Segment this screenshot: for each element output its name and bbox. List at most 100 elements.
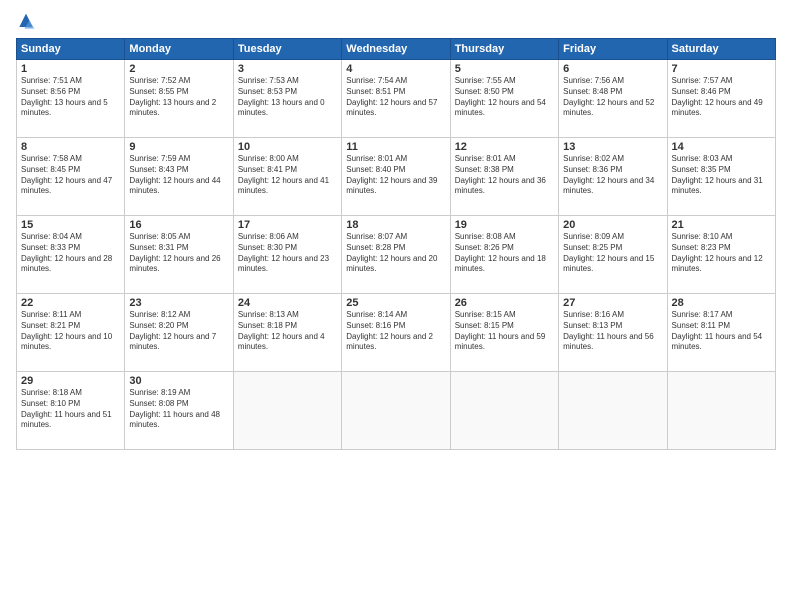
day-number: 28 xyxy=(672,297,771,309)
calendar-cell: 2Sunrise: 7:52 AMSunset: 8:55 PMDaylight… xyxy=(125,60,233,138)
day-number: 16 xyxy=(129,219,228,231)
cell-info: Sunrise: 8:13 AMSunset: 8:18 PMDaylight:… xyxy=(238,310,337,353)
cell-info: Sunrise: 8:09 AMSunset: 8:25 PMDaylight:… xyxy=(563,232,662,275)
calendar-header-monday: Monday xyxy=(125,39,233,60)
day-number: 4 xyxy=(346,63,445,75)
cell-info: Sunrise: 8:06 AMSunset: 8:30 PMDaylight:… xyxy=(238,232,337,275)
calendar-header-tuesday: Tuesday xyxy=(233,39,341,60)
calendar-header-saturday: Saturday xyxy=(667,39,775,60)
calendar-cell: 10Sunrise: 8:00 AMSunset: 8:41 PMDayligh… xyxy=(233,138,341,216)
day-number: 22 xyxy=(21,297,120,309)
day-number: 13 xyxy=(563,141,662,153)
cell-info: Sunrise: 8:05 AMSunset: 8:31 PMDaylight:… xyxy=(129,232,228,275)
day-number: 9 xyxy=(129,141,228,153)
cell-info: Sunrise: 8:15 AMSunset: 8:15 PMDaylight:… xyxy=(455,310,554,353)
calendar-cell: 27Sunrise: 8:16 AMSunset: 8:13 PMDayligh… xyxy=(559,294,667,372)
cell-info: Sunrise: 8:01 AMSunset: 8:40 PMDaylight:… xyxy=(346,154,445,197)
calendar-cell: 24Sunrise: 8:13 AMSunset: 8:18 PMDayligh… xyxy=(233,294,341,372)
day-number: 3 xyxy=(238,63,337,75)
calendar-week-row-1: 8Sunrise: 7:58 AMSunset: 8:45 PMDaylight… xyxy=(17,138,776,216)
calendar-cell: 23Sunrise: 8:12 AMSunset: 8:20 PMDayligh… xyxy=(125,294,233,372)
calendar-week-row-2: 15Sunrise: 8:04 AMSunset: 8:33 PMDayligh… xyxy=(17,216,776,294)
calendar-cell: 3Sunrise: 7:53 AMSunset: 8:53 PMDaylight… xyxy=(233,60,341,138)
cell-info: Sunrise: 8:19 AMSunset: 8:08 PMDaylight:… xyxy=(129,388,228,431)
day-number: 23 xyxy=(129,297,228,309)
day-number: 11 xyxy=(346,141,445,153)
logo xyxy=(16,12,40,32)
calendar-cell: 21Sunrise: 8:10 AMSunset: 8:23 PMDayligh… xyxy=(667,216,775,294)
day-number: 10 xyxy=(238,141,337,153)
calendar-cell: 1Sunrise: 7:51 AMSunset: 8:56 PMDaylight… xyxy=(17,60,125,138)
cell-info: Sunrise: 7:51 AMSunset: 8:56 PMDaylight:… xyxy=(21,76,120,119)
day-number: 30 xyxy=(129,375,228,387)
day-number: 27 xyxy=(563,297,662,309)
calendar-cell: 14Sunrise: 8:03 AMSunset: 8:35 PMDayligh… xyxy=(667,138,775,216)
logo-icon xyxy=(16,12,36,32)
cell-info: Sunrise: 8:10 AMSunset: 8:23 PMDaylight:… xyxy=(672,232,771,275)
day-number: 26 xyxy=(455,297,554,309)
cell-info: Sunrise: 7:57 AMSunset: 8:46 PMDaylight:… xyxy=(672,76,771,119)
cell-info: Sunrise: 7:52 AMSunset: 8:55 PMDaylight:… xyxy=(129,76,228,119)
cell-info: Sunrise: 8:08 AMSunset: 8:26 PMDaylight:… xyxy=(455,232,554,275)
calendar-header-wednesday: Wednesday xyxy=(342,39,450,60)
cell-info: Sunrise: 8:01 AMSunset: 8:38 PMDaylight:… xyxy=(455,154,554,197)
cell-info: Sunrise: 7:55 AMSunset: 8:50 PMDaylight:… xyxy=(455,76,554,119)
cell-info: Sunrise: 8:14 AMSunset: 8:16 PMDaylight:… xyxy=(346,310,445,353)
calendar-cell: 29Sunrise: 8:18 AMSunset: 8:10 PMDayligh… xyxy=(17,372,125,450)
calendar-cell: 18Sunrise: 8:07 AMSunset: 8:28 PMDayligh… xyxy=(342,216,450,294)
calendar-cell xyxy=(667,372,775,450)
calendar-cell: 16Sunrise: 8:05 AMSunset: 8:31 PMDayligh… xyxy=(125,216,233,294)
day-number: 29 xyxy=(21,375,120,387)
calendar-header-friday: Friday xyxy=(559,39,667,60)
cell-info: Sunrise: 8:17 AMSunset: 8:11 PMDaylight:… xyxy=(672,310,771,353)
cell-info: Sunrise: 8:04 AMSunset: 8:33 PMDaylight:… xyxy=(21,232,120,275)
day-number: 20 xyxy=(563,219,662,231)
calendar-cell: 22Sunrise: 8:11 AMSunset: 8:21 PMDayligh… xyxy=(17,294,125,372)
cell-info: Sunrise: 8:12 AMSunset: 8:20 PMDaylight:… xyxy=(129,310,228,353)
calendar-week-row-0: 1Sunrise: 7:51 AMSunset: 8:56 PMDaylight… xyxy=(17,60,776,138)
calendar-cell: 20Sunrise: 8:09 AMSunset: 8:25 PMDayligh… xyxy=(559,216,667,294)
cell-info: Sunrise: 8:18 AMSunset: 8:10 PMDaylight:… xyxy=(21,388,120,431)
day-number: 2 xyxy=(129,63,228,75)
day-number: 19 xyxy=(455,219,554,231)
cell-info: Sunrise: 7:53 AMSunset: 8:53 PMDaylight:… xyxy=(238,76,337,119)
calendar-header-thursday: Thursday xyxy=(450,39,558,60)
calendar-week-row-4: 29Sunrise: 8:18 AMSunset: 8:10 PMDayligh… xyxy=(17,372,776,450)
day-number: 8 xyxy=(21,141,120,153)
cell-info: Sunrise: 7:56 AMSunset: 8:48 PMDaylight:… xyxy=(563,76,662,119)
calendar-cell: 9Sunrise: 7:59 AMSunset: 8:43 PMDaylight… xyxy=(125,138,233,216)
calendar-cell xyxy=(233,372,341,450)
calendar-cell: 15Sunrise: 8:04 AMSunset: 8:33 PMDayligh… xyxy=(17,216,125,294)
day-number: 12 xyxy=(455,141,554,153)
day-number: 24 xyxy=(238,297,337,309)
day-number: 18 xyxy=(346,219,445,231)
calendar-cell: 25Sunrise: 8:14 AMSunset: 8:16 PMDayligh… xyxy=(342,294,450,372)
cell-info: Sunrise: 7:58 AMSunset: 8:45 PMDaylight:… xyxy=(21,154,120,197)
page: SundayMondayTuesdayWednesdayThursdayFrid… xyxy=(0,0,792,612)
calendar-cell xyxy=(342,372,450,450)
cell-info: Sunrise: 8:16 AMSunset: 8:13 PMDaylight:… xyxy=(563,310,662,353)
cell-info: Sunrise: 8:02 AMSunset: 8:36 PMDaylight:… xyxy=(563,154,662,197)
cell-info: Sunrise: 8:11 AMSunset: 8:21 PMDaylight:… xyxy=(21,310,120,353)
calendar-cell: 19Sunrise: 8:08 AMSunset: 8:26 PMDayligh… xyxy=(450,216,558,294)
calendar-cell xyxy=(559,372,667,450)
calendar-cell: 26Sunrise: 8:15 AMSunset: 8:15 PMDayligh… xyxy=(450,294,558,372)
calendar-cell: 13Sunrise: 8:02 AMSunset: 8:36 PMDayligh… xyxy=(559,138,667,216)
calendar-cell: 11Sunrise: 8:01 AMSunset: 8:40 PMDayligh… xyxy=(342,138,450,216)
cell-info: Sunrise: 8:00 AMSunset: 8:41 PMDaylight:… xyxy=(238,154,337,197)
cell-info: Sunrise: 8:03 AMSunset: 8:35 PMDaylight:… xyxy=(672,154,771,197)
calendar-cell: 6Sunrise: 7:56 AMSunset: 8:48 PMDaylight… xyxy=(559,60,667,138)
calendar-cell: 28Sunrise: 8:17 AMSunset: 8:11 PMDayligh… xyxy=(667,294,775,372)
header xyxy=(16,12,776,32)
calendar-cell: 12Sunrise: 8:01 AMSunset: 8:38 PMDayligh… xyxy=(450,138,558,216)
day-number: 15 xyxy=(21,219,120,231)
day-number: 17 xyxy=(238,219,337,231)
day-number: 6 xyxy=(563,63,662,75)
calendar-cell: 8Sunrise: 7:58 AMSunset: 8:45 PMDaylight… xyxy=(17,138,125,216)
calendar-table: SundayMondayTuesdayWednesdayThursdayFrid… xyxy=(16,38,776,450)
cell-info: Sunrise: 7:59 AMSunset: 8:43 PMDaylight:… xyxy=(129,154,228,197)
cell-info: Sunrise: 7:54 AMSunset: 8:51 PMDaylight:… xyxy=(346,76,445,119)
calendar-header-row: SundayMondayTuesdayWednesdayThursdayFrid… xyxy=(17,39,776,60)
day-number: 1 xyxy=(21,63,120,75)
calendar-cell: 17Sunrise: 8:06 AMSunset: 8:30 PMDayligh… xyxy=(233,216,341,294)
